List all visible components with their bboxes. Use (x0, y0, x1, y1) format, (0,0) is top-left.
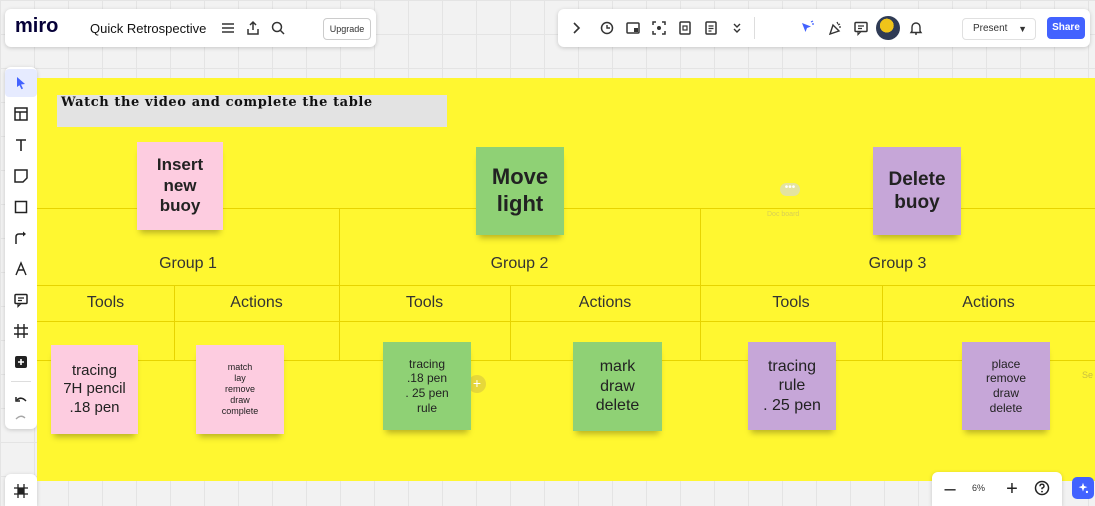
board-title[interactable]: Quick Retrospective (90, 21, 206, 36)
notes-icon[interactable] (674, 9, 696, 47)
templates-icon[interactable] (5, 100, 37, 128)
menu-icon[interactable] (217, 9, 239, 47)
more-icon[interactable] (726, 9, 748, 47)
search-icon[interactable] (267, 9, 289, 47)
zoom-level[interactable]: 6% (972, 483, 985, 493)
column-header: Actions (578, 294, 632, 311)
tool-divider (11, 381, 31, 382)
pen-icon[interactable] (5, 255, 37, 283)
sticky-note-insert-new-buoy[interactable]: Insert new buoy (137, 142, 223, 230)
sticky-note-g3-actions[interactable]: place remove draw delete (962, 342, 1050, 430)
comment-tool-icon[interactable] (5, 286, 37, 314)
column-header: Actions (230, 294, 283, 311)
zoom-panel: – 6% + (932, 472, 1062, 506)
comment-icon[interactable] (850, 9, 872, 47)
cursor-reaction-icon[interactable] (796, 9, 818, 47)
group-label: Group 3 (868, 255, 927, 272)
upgrade-button[interactable]: Upgrade (323, 18, 371, 40)
share-button[interactable]: Share (1047, 17, 1085, 39)
zoom-in-button[interactable]: + (1000, 477, 1024, 501)
frames-list-icon[interactable] (5, 477, 37, 505)
group-label: Group 1 (159, 255, 217, 272)
frame-icon[interactable] (5, 317, 37, 345)
sticky-note-move-light[interactable]: Move light (476, 147, 564, 235)
frames-panel (5, 474, 37, 506)
toolbar-divider (754, 17, 755, 39)
zoom-out-button[interactable]: – (938, 477, 962, 501)
help-icon[interactable] (1033, 479, 1051, 497)
group-label: Group 2 (490, 255, 549, 272)
focus-icon[interactable] (648, 9, 670, 47)
board-header-panel: miro Quick Retrospective Upgrade (5, 9, 376, 47)
board-actions-panel: Present ▼ Share (558, 9, 1090, 47)
avatar[interactable] (876, 16, 900, 40)
sticky-note-delete-buoy[interactable]: Delete buoy (873, 147, 961, 235)
chevron-down-icon: ▼ (1018, 24, 1027, 34)
more-options-icon[interactable]: ••• (780, 183, 800, 196)
sticky-note-g1-tools[interactable]: tracing 7H pencil .18 pen (51, 345, 138, 434)
add-icon[interactable] (5, 348, 37, 376)
bell-icon[interactable] (905, 9, 927, 47)
grid-line (700, 208, 701, 360)
sticky-note-g3-tools[interactable]: tracing rule . 25 pen (748, 342, 836, 430)
column-header: Tools (405, 294, 444, 311)
hidden-label: Doc board (767, 211, 800, 218)
card-icon[interactable] (622, 9, 644, 47)
edge-hint: Se (1082, 370, 1094, 380)
select-icon[interactable] (5, 69, 37, 97)
sticky-note-g2-tools[interactable]: tracing .18 pen . 25 pen rule (383, 342, 471, 430)
shape-icon[interactable] (5, 193, 37, 221)
sticky-note-icon[interactable] (5, 162, 37, 190)
sticky-note-g2-actions[interactable]: mark draw delete (573, 342, 662, 431)
celebrate-icon[interactable] (824, 9, 846, 47)
grid-line (37, 321, 1095, 322)
text-icon[interactable] (5, 131, 37, 159)
connector-icon[interactable] (5, 224, 37, 252)
miro-logo[interactable]: miro (15, 15, 58, 38)
column-header: Tools (772, 294, 810, 311)
ai-assist-icon[interactable] (1072, 477, 1094, 499)
grid-line (37, 285, 1095, 286)
tool-panel (5, 67, 37, 429)
sticky-note-g1-actions[interactable]: match lay remove draw complete (196, 345, 284, 434)
chevron-right-icon[interactable] (566, 9, 586, 47)
timer-icon[interactable] (596, 9, 618, 47)
document-icon[interactable] (700, 9, 722, 47)
redo-icon[interactable] (5, 403, 37, 431)
export-icon[interactable] (242, 9, 264, 47)
column-header: Tools (86, 294, 125, 311)
frame-title: Watch the video and complete the table (61, 95, 373, 110)
grid-line (339, 208, 340, 360)
column-header: Actions (962, 294, 1015, 311)
present-label: Present (973, 23, 1008, 34)
present-button[interactable]: Present ▼ (962, 18, 1036, 40)
